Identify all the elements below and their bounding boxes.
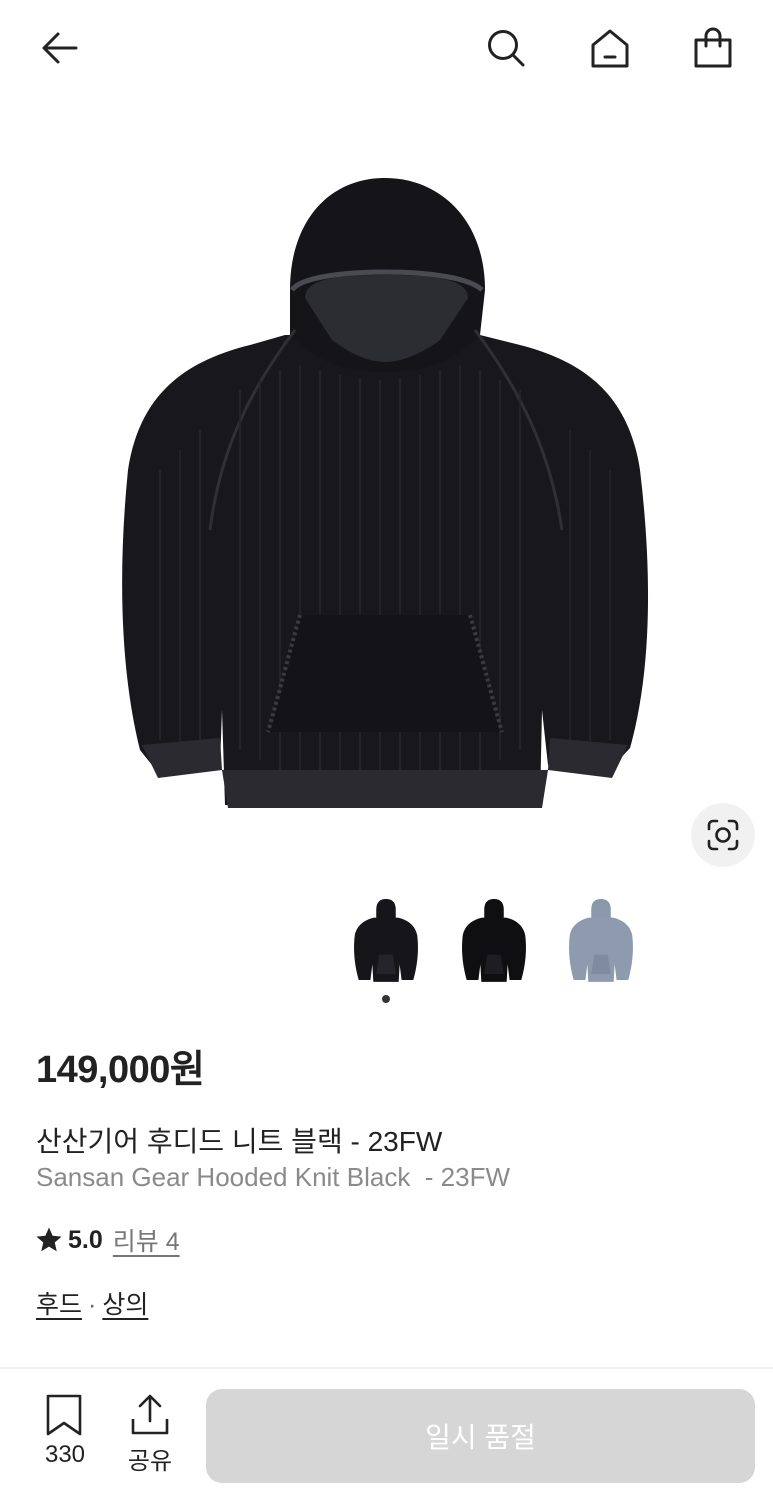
product-name-english: Sansan Gear Hooded Knit Black - 23FW [36,1162,511,1192]
thumbnail-3[interactable] [556,890,646,990]
cart-button[interactable] [687,22,739,74]
home-icon [591,29,629,68]
shopping-bag-icon [694,27,732,68]
carousel-indicator-dot [382,995,390,1003]
black-hoodie-thumbnail [354,899,418,982]
category-link-hood[interactable]: 후드 [36,1291,82,1319]
arrow-left-icon [42,32,78,64]
top-navigation-bar [0,0,773,96]
bottom-action-bar: 330 공유 일시 품절 [0,1369,773,1500]
bookmark-button[interactable]: 330 [30,1393,100,1469]
back-button[interactable] [34,22,86,74]
search-icon [488,30,525,67]
rating-row: 5.0 리뷰 4 [34,1222,180,1258]
category-link-top[interactable]: 상의 [102,1291,148,1319]
rating-score: 5.0 [68,1225,103,1254]
search-button[interactable] [480,22,532,74]
grey-hoodie-thumbnail [569,899,633,982]
image-search-button[interactable] [691,803,755,867]
share-icon [131,1394,169,1435]
product-image[interactable] [100,150,673,830]
black-hoodie-thumbnail [462,899,526,982]
product-price: 149,000원 [36,1049,205,1091]
thumbnail-1[interactable] [341,890,431,990]
thumbnail-strip [0,890,773,990]
star-icon [36,1227,62,1252]
share-label: 공유 [127,1448,173,1475]
lens-scan-icon [707,819,739,851]
category-separator: · [88,1291,97,1319]
hoodie-illustration [122,178,649,808]
thumbnail-2[interactable] [449,890,539,990]
bookmark-icon [46,1394,82,1436]
product-name-korean: 산산기어 후디드 니트 블랙 - 23FW [36,1126,443,1157]
category-breadcrumb: 후드 · 상의 [36,1285,148,1321]
bookmark-count: 330 [44,1441,86,1468]
sold-out-button[interactable]: 일시 품절 [206,1389,755,1483]
share-button[interactable]: 공유 [115,1393,185,1476]
reviews-link[interactable]: 리뷰 4 [113,1222,180,1258]
home-button[interactable] [584,22,636,74]
